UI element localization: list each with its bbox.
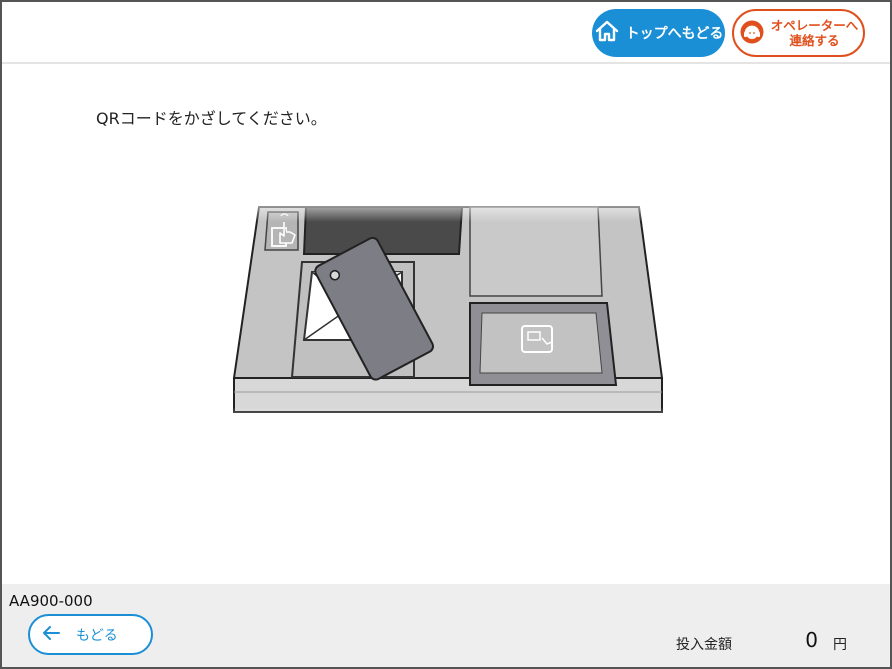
instruction-text: QRコードをかざしてください。: [96, 109, 327, 128]
home-button-label: トップへもどる: [625, 26, 724, 42]
home-button[interactable]: トップへもどる: [592, 9, 725, 57]
header-bar: トップへもどる オペレーターへ 連絡する: [2, 2, 890, 64]
back-button-label: もどる: [76, 627, 118, 644]
footer-bar: AA900-000 もどる 投入金額 0 円: [2, 584, 890, 667]
contact-operator-button[interactable]: オペレーターへ 連絡する: [732, 9, 865, 57]
contact-operator-label: オペレーターへ 連絡する: [771, 18, 859, 48]
amount-unit: 円: [833, 637, 847, 653]
amount-label: 投入金額: [676, 637, 732, 653]
home-icon: [594, 18, 620, 48]
amount-value: 0: [805, 628, 818, 652]
back-button[interactable]: もどる: [28, 614, 153, 655]
screen: トップへもどる オペレーターへ 連絡する QRコードをかざしてください。 AA9…: [0, 0, 892, 669]
contact-operator-label-line2: 連絡する: [789, 33, 840, 48]
contact-operator-label-line1: オペレーターへ: [770, 18, 859, 33]
arrow-left-icon: [42, 625, 60, 645]
qr-scanner-illustration: [224, 192, 674, 437]
device-id: AA900-000: [9, 592, 93, 610]
operator-headset-icon: [739, 19, 765, 48]
